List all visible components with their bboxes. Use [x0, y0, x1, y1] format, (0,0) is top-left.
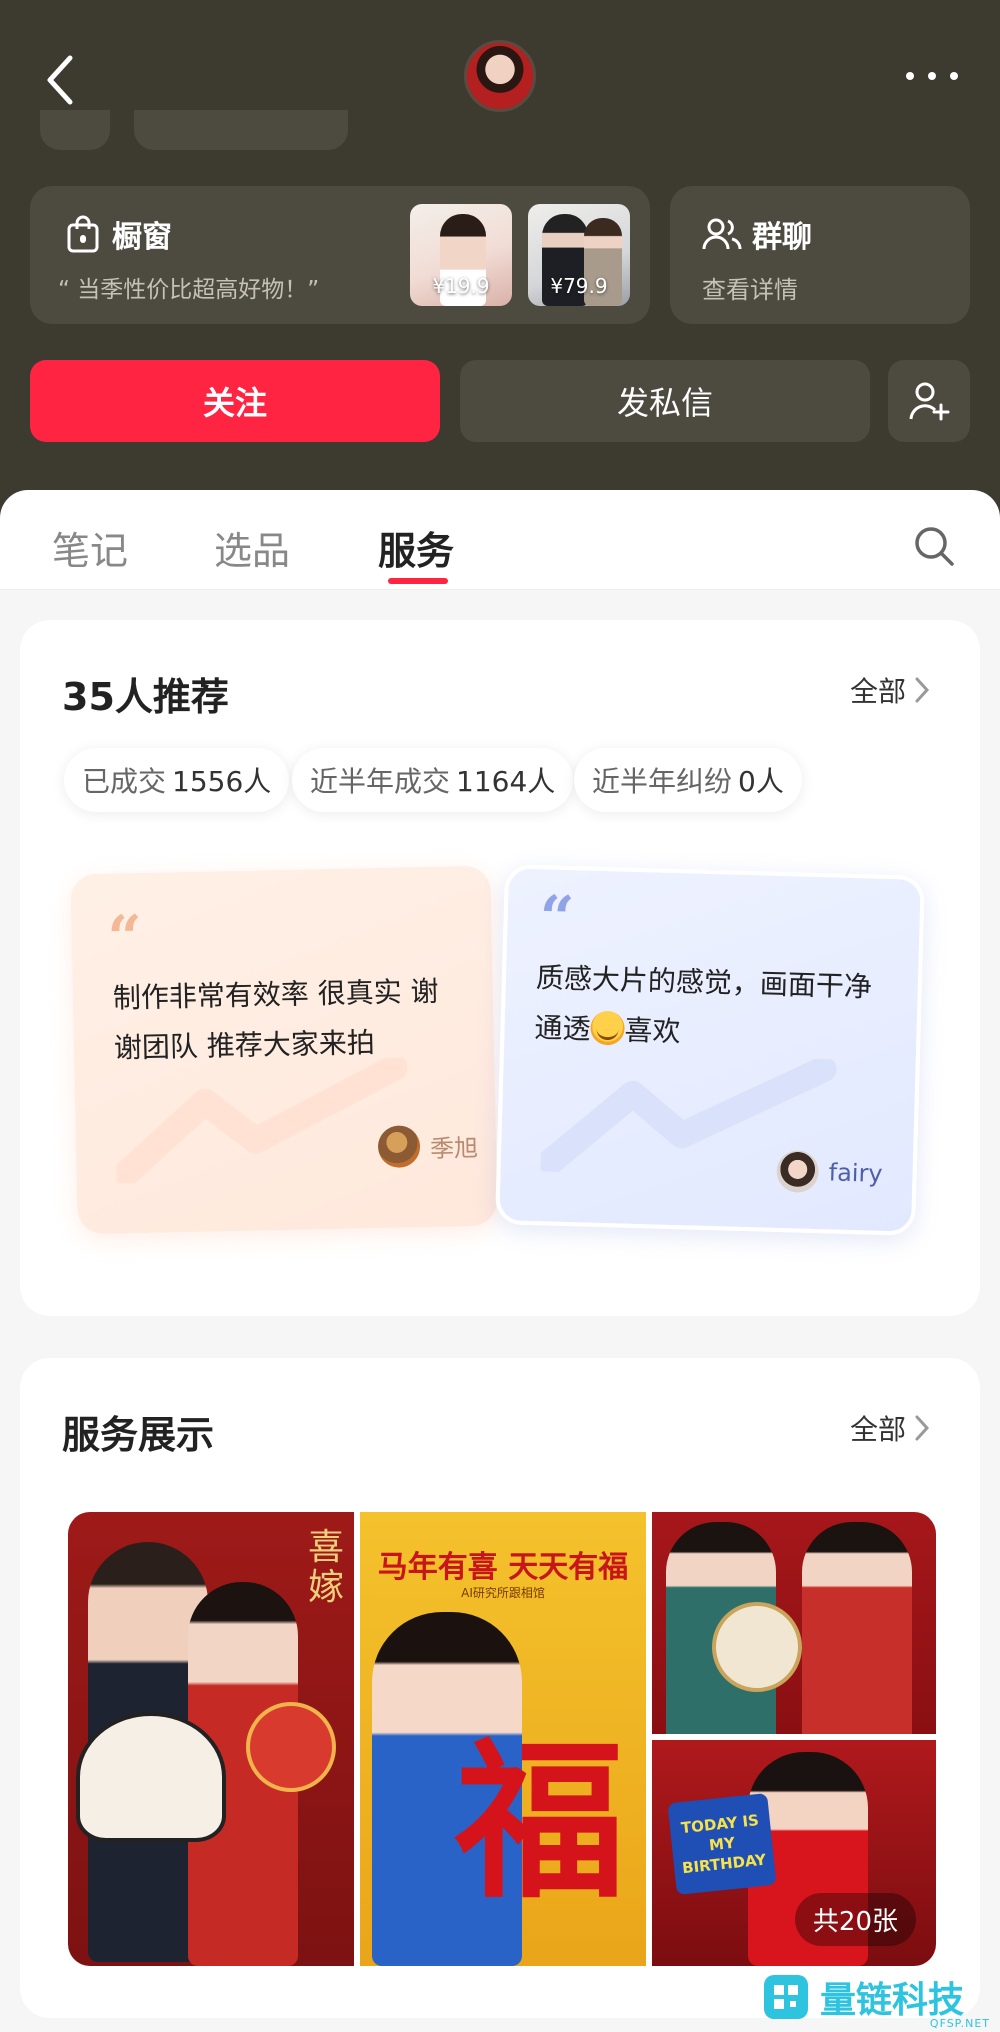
shop-window-label: 橱窗 — [112, 220, 172, 255]
stat-value: 1164人 — [456, 765, 556, 798]
service-photo[interactable]: 马年有喜 天天有福 AI研究所跟相馆 福 — [360, 1512, 646, 1966]
group-chat-title: 群聊 — [702, 212, 812, 256]
recommendation-card: 35人推荐 全部 已成交 1556人 近半年成交 1164人 近半年纠纷 0人 “ 制… — [20, 620, 980, 1316]
shop-window-quote: “ 当季性价比超高好物！” — [58, 277, 320, 303]
search-icon[interactable] — [912, 524, 956, 568]
review-text: 制作非常有效率 很真实 谢谢团队 推荐大家来拍 — [112, 974, 439, 1065]
service-showcase-title: 服务展示 — [62, 1413, 215, 1457]
reviewer-avatar — [377, 1125, 421, 1169]
avatar[interactable] — [464, 40, 536, 112]
review-card[interactable]: “ 质感大片的感觉，画面干净通透 喜欢 fairy — [495, 864, 925, 1236]
quote-icon: “ — [106, 902, 143, 974]
review-text-part: 喜欢 — [624, 1013, 681, 1049]
product-thumbnail[interactable]: ¥19.9 — [410, 204, 512, 306]
add-user-icon — [909, 382, 950, 421]
service-photo[interactable]: 喜嫁 — [68, 1512, 354, 1966]
service-photo-gallery: 喜嫁 马年有喜 天天有福 AI研究所跟相馆 福 TODAY IS MY BIRT… — [68, 1512, 936, 1966]
service-photo[interactable]: TODAY IS MY BIRTHDAY 共20张 — [652, 1740, 936, 1966]
review-card[interactable]: “ 制作非常有效率 很真实 谢谢团队 推荐大家来拍 季旭 — [70, 865, 498, 1235]
product-price: ¥19.9 — [432, 274, 490, 298]
more-icon[interactable] — [906, 64, 958, 88]
recommendation-see-all-link[interactable]: 全部 — [850, 670, 930, 710]
tab-notes[interactable]: 笔记 — [52, 520, 128, 575]
see-all-label: 全部 — [849, 1413, 906, 1446]
stat-deals: 已成交 1556人 — [64, 748, 290, 812]
quote-icon: “ — [538, 883, 576, 955]
group-chat-detail-link[interactable]: 查看详情 — [702, 270, 798, 305]
product-price: ¥79.9 — [550, 274, 608, 298]
watermark-text: 量链科技 — [820, 1980, 965, 2021]
watermark-subtext: QFSP.NET — [929, 2017, 990, 2030]
photo-subline: AI研究所跟相馆 — [461, 1586, 545, 1600]
profile-tag-partial — [40, 110, 110, 150]
recommendation-title: 35人推荐 — [62, 675, 229, 719]
add-friend-button[interactable] — [888, 360, 970, 442]
stat-value: 1556人 — [172, 765, 272, 798]
active-tab-indicator — [388, 578, 448, 584]
stat-half-year-disputes: 近半年纠纷 0人 — [574, 748, 802, 812]
reviewer: 季旭 — [377, 1124, 479, 1169]
stat-value: 0人 — [738, 765, 784, 798]
product-thumbnail[interactable]: ¥79.9 — [528, 204, 630, 306]
chevron-right-icon — [915, 1415, 930, 1441]
photo-count-badge: 共20张 — [794, 1893, 916, 1946]
birthday-sign: TODAY IS MY BIRTHDAY — [667, 1793, 777, 1895]
tab-products[interactable]: 选品 — [214, 520, 290, 575]
chevron-right-icon — [915, 677, 930, 703]
stat-label: 近半年成交 — [310, 765, 451, 798]
back-icon[interactable] — [38, 50, 82, 110]
content-tabs: 笔记 选品 服务 — [0, 490, 1000, 590]
follow-button[interactable]: 关注 — [30, 360, 440, 442]
shop-window-title: 橱窗 — [66, 212, 172, 256]
stat-half-year-deals: 近半年成交 1164人 — [292, 748, 574, 812]
reviewer-name: fairy — [828, 1158, 883, 1188]
shopping-bag-icon — [67, 215, 99, 253]
service-see-all-link[interactable]: 全部 — [850, 1408, 930, 1448]
group-users-icon — [702, 218, 742, 250]
stat-label: 已成交 — [82, 765, 167, 798]
profile-header: 橱窗 “ 当季性价比超高好物！” ¥19.9 ¥79.9 群聊 查看详情 关注 … — [0, 0, 1000, 520]
reviewer-avatar — [776, 1149, 820, 1194]
photo-caption: 喜嫁 — [308, 1527, 345, 1608]
reviewer: fairy — [776, 1149, 883, 1195]
shop-window-card[interactable]: 橱窗 “ 当季性价比超高好物！” ¥19.9 ¥79.9 — [30, 186, 650, 324]
watermark-logo-icon — [764, 1975, 808, 2019]
group-chat-card[interactable]: 群聊 查看详情 — [670, 186, 970, 324]
tab-services[interactable]: 服务 — [378, 520, 454, 575]
photo-fu-character: 福 — [454, 1722, 625, 1922]
review-text: 质感大片的感觉，画面干净通透 喜欢 — [534, 953, 887, 1063]
photo-headline: 马年有喜 天天有福 — [377, 1550, 629, 1585]
see-all-label: 全部 — [849, 675, 906, 708]
profile-tag-partial — [134, 110, 348, 150]
smiling-hearts-emoji-icon — [590, 1010, 626, 1046]
service-showcase-card: 服务展示 全部 喜嫁 马年有喜 天天有福 AI研究所跟相馆 福 TODAY IS… — [20, 1358, 980, 2018]
send-message-button[interactable]: 发私信 — [460, 360, 870, 442]
service-photo[interactable] — [652, 1512, 936, 1734]
reviewer-name: 季旭 — [429, 1133, 479, 1163]
group-chat-label: 群聊 — [752, 220, 812, 255]
review-text-part: 质感大片的感觉，画面干净通透 — [534, 961, 873, 1046]
watermark: 量链科技 QFSP.NET — [760, 1962, 1000, 2032]
stat-label: 近半年纠纷 — [592, 765, 733, 798]
